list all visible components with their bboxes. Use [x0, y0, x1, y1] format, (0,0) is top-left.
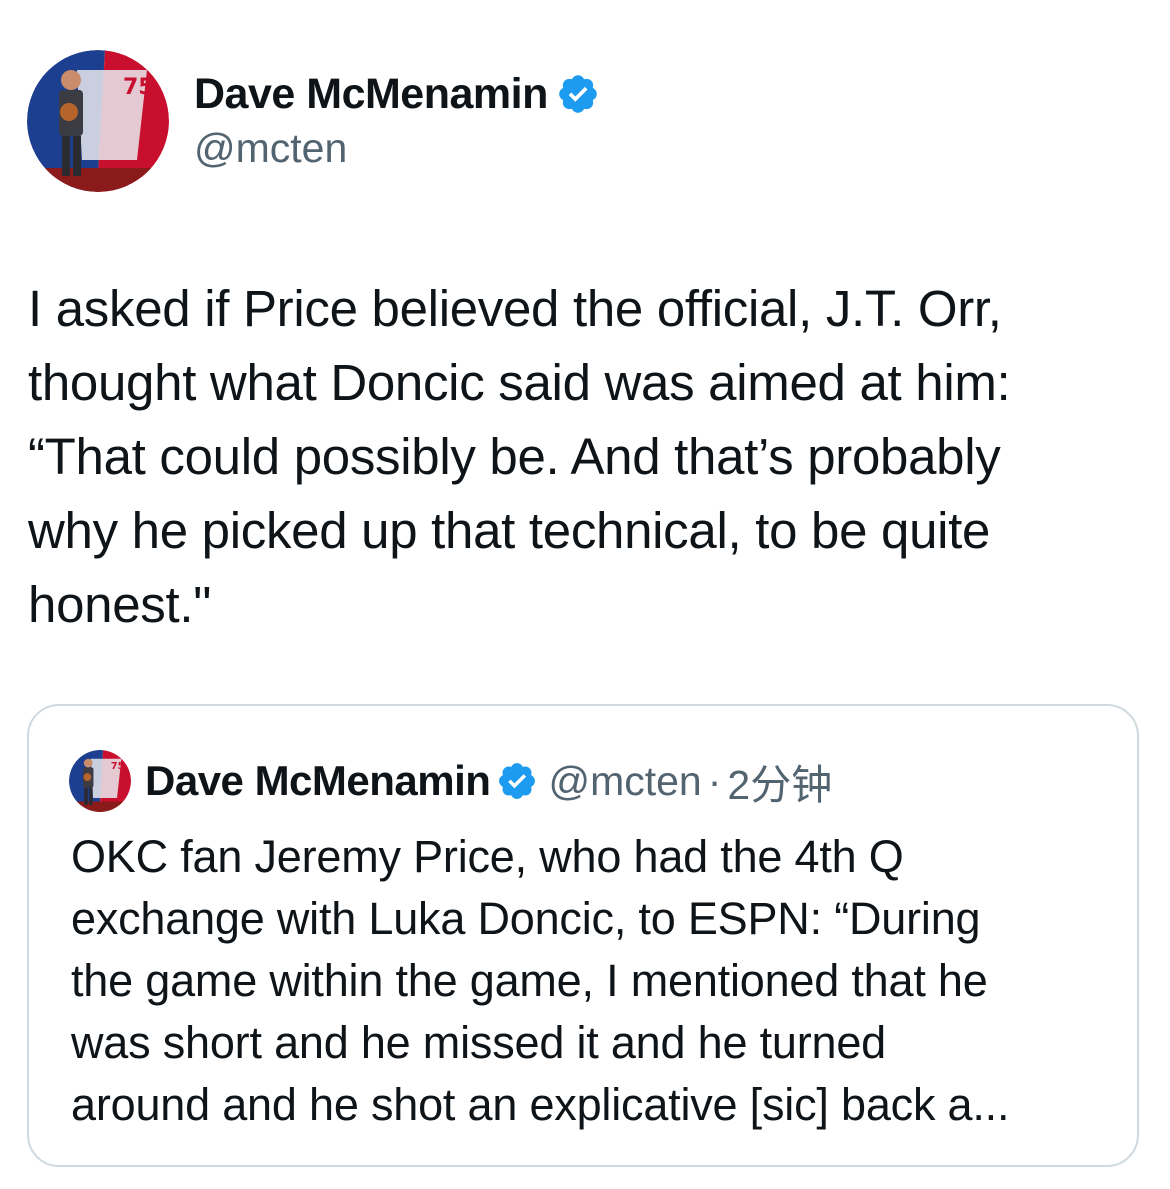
author-display-name[interactable]: Dave McMenamin	[194, 68, 548, 120]
quoted-verified-badge-icon	[496, 760, 538, 802]
svg-text:75: 75	[111, 761, 124, 772]
author-avatar[interactable]: 75	[27, 50, 169, 192]
verified-badge-icon[interactable]	[556, 72, 600, 116]
author-name-row: Dave McMenamin	[194, 68, 600, 120]
quoted-author-avatar: 75	[69, 750, 131, 812]
tweet-text: I asked if Price believed the official, …	[28, 280, 1011, 633]
avatar-image-icon: 75	[27, 50, 169, 192]
quoted-author-display-name: Dave McMenamin	[145, 757, 491, 804]
quoted-tweet-card[interactable]: 75 Dave McMenamin @mcten · 2分钟 OKC fan J…	[27, 704, 1139, 1167]
svg-text:75: 75	[123, 75, 154, 100]
quoted-tweet-text: OKC fan Jeremy Price, who had the 4th Q …	[71, 831, 1010, 1130]
author-handle[interactable]: @mcten	[194, 122, 600, 174]
quoted-header-separator: ·	[707, 757, 722, 804]
quoted-avatar-image-icon: 75	[69, 750, 131, 812]
quoted-tweet-timestamp: 2分钟	[727, 762, 833, 808]
quoted-author-handle: @mcten	[548, 757, 702, 804]
author-text-block: Dave McMenamin @mcten	[194, 68, 600, 174]
tweet-author-header: 75 Dave McMenamin @mcten	[27, 50, 600, 192]
quoted-tweet-header: 75 Dave McMenamin @mcten · 2分钟	[69, 750, 832, 812]
